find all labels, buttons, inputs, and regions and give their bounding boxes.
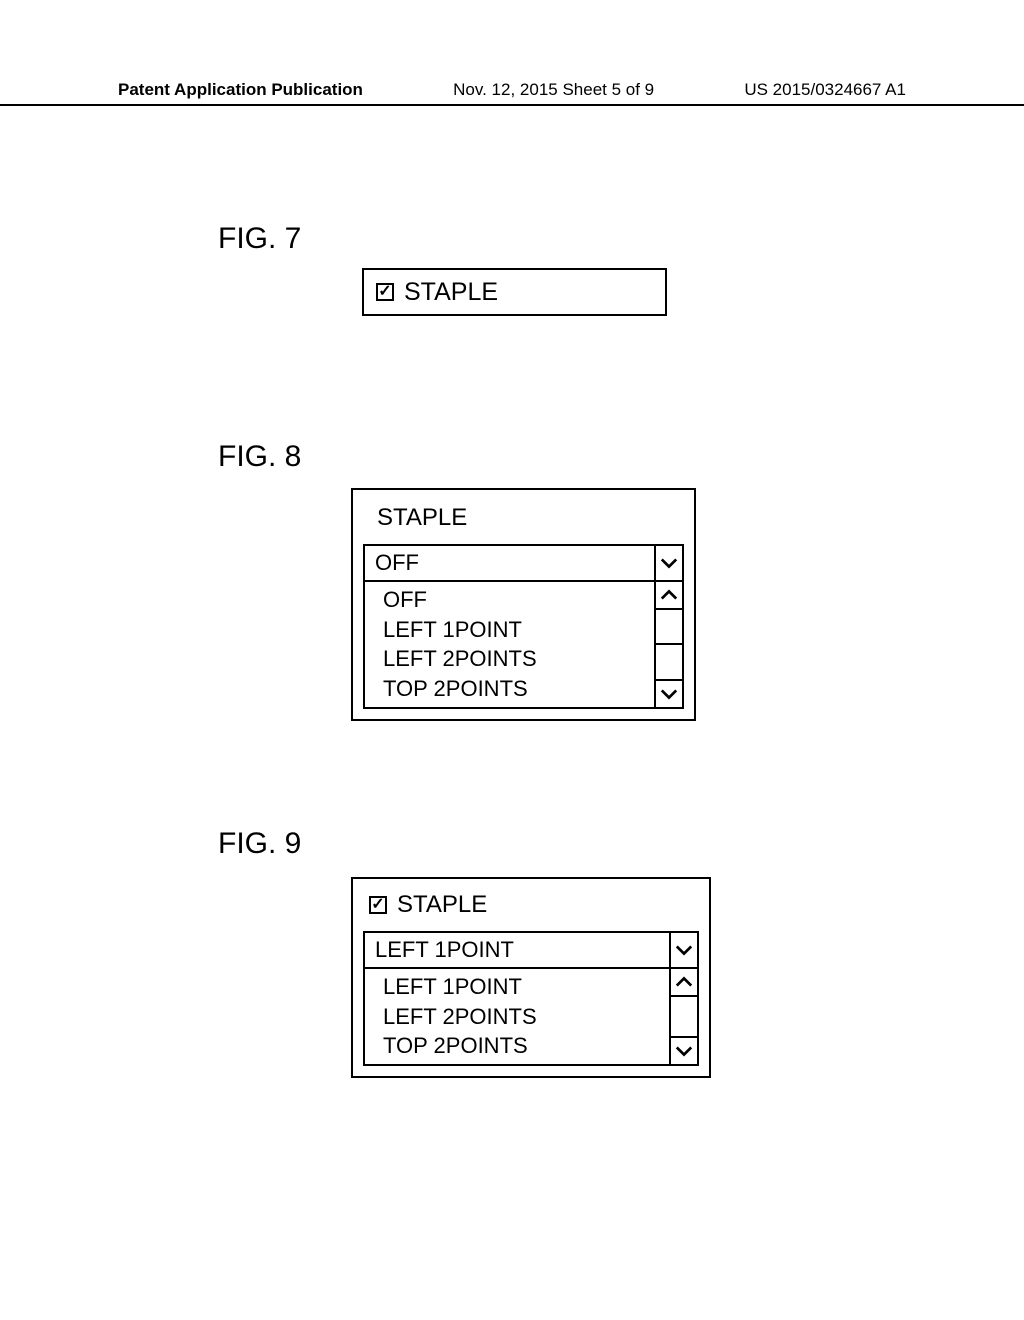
staple-checkbox-label: STAPLE bbox=[404, 278, 498, 307]
figure-8-label: FIG. 8 bbox=[218, 440, 301, 474]
list-item[interactable]: LEFT 2POINTS bbox=[383, 1002, 669, 1032]
fig8-title: STAPLE bbox=[377, 504, 684, 532]
chevron-down-icon[interactable] bbox=[654, 546, 682, 580]
scroll-up-icon[interactable] bbox=[671, 969, 697, 997]
fig9-select-value: LEFT 1POINT bbox=[365, 933, 669, 967]
list-item[interactable]: OFF bbox=[383, 585, 654, 615]
page-header: Patent Application Publication Nov. 12, … bbox=[0, 80, 1024, 106]
list-item[interactable]: LEFT 2POINTS bbox=[383, 644, 654, 674]
fig8-scrollbar[interactable] bbox=[654, 582, 682, 707]
fig8-select[interactable]: OFF bbox=[363, 544, 684, 582]
scroll-down-icon[interactable] bbox=[671, 1036, 697, 1064]
fig8-option-list: OFF LEFT 1POINT LEFT 2POINTS TOP 2POINTS bbox=[363, 582, 684, 709]
fig9-title: STAPLE bbox=[397, 891, 487, 919]
fig9-option-list: LEFT 1POINT LEFT 2POINTS TOP 2POINTS bbox=[363, 969, 699, 1066]
scroll-track[interactable] bbox=[656, 610, 682, 679]
staple-checkbox[interactable]: ✓ bbox=[369, 896, 387, 914]
figure-9-label: FIG. 9 bbox=[218, 827, 301, 861]
header-center: Nov. 12, 2015 Sheet 5 of 9 bbox=[453, 80, 654, 100]
list-item[interactable]: LEFT 1POINT bbox=[383, 615, 654, 645]
fig8-select-value: OFF bbox=[365, 546, 654, 580]
header-left: Patent Application Publication bbox=[118, 80, 363, 100]
staple-checkbox[interactable]: ✓ bbox=[376, 283, 394, 301]
list-item[interactable]: TOP 2POINTS bbox=[383, 674, 654, 704]
scroll-down-icon[interactable] bbox=[656, 679, 682, 707]
fig9-select[interactable]: LEFT 1POINT bbox=[363, 931, 699, 969]
figure-7-label: FIG. 7 bbox=[218, 222, 301, 256]
chevron-down-icon[interactable] bbox=[669, 933, 697, 967]
scroll-up-icon[interactable] bbox=[656, 582, 682, 610]
fig9-title-row: ✓ STAPLE bbox=[369, 891, 699, 919]
list-item[interactable]: LEFT 1POINT bbox=[383, 972, 669, 1002]
list-item[interactable]: TOP 2POINTS bbox=[383, 1031, 669, 1061]
fig9-staple-panel: ✓ STAPLE LEFT 1POINT LEFT 1POINT LEFT 2P… bbox=[351, 877, 711, 1078]
fig9-scrollbar[interactable] bbox=[669, 969, 697, 1064]
header-right: US 2015/0324667 A1 bbox=[744, 80, 906, 100]
fig8-staple-panel: STAPLE OFF OFF LEFT 1POINT LEFT 2POINTS … bbox=[351, 488, 696, 721]
fig7-staple-checkbox-panel: ✓ STAPLE bbox=[362, 268, 667, 316]
scroll-track[interactable] bbox=[671, 997, 697, 1036]
